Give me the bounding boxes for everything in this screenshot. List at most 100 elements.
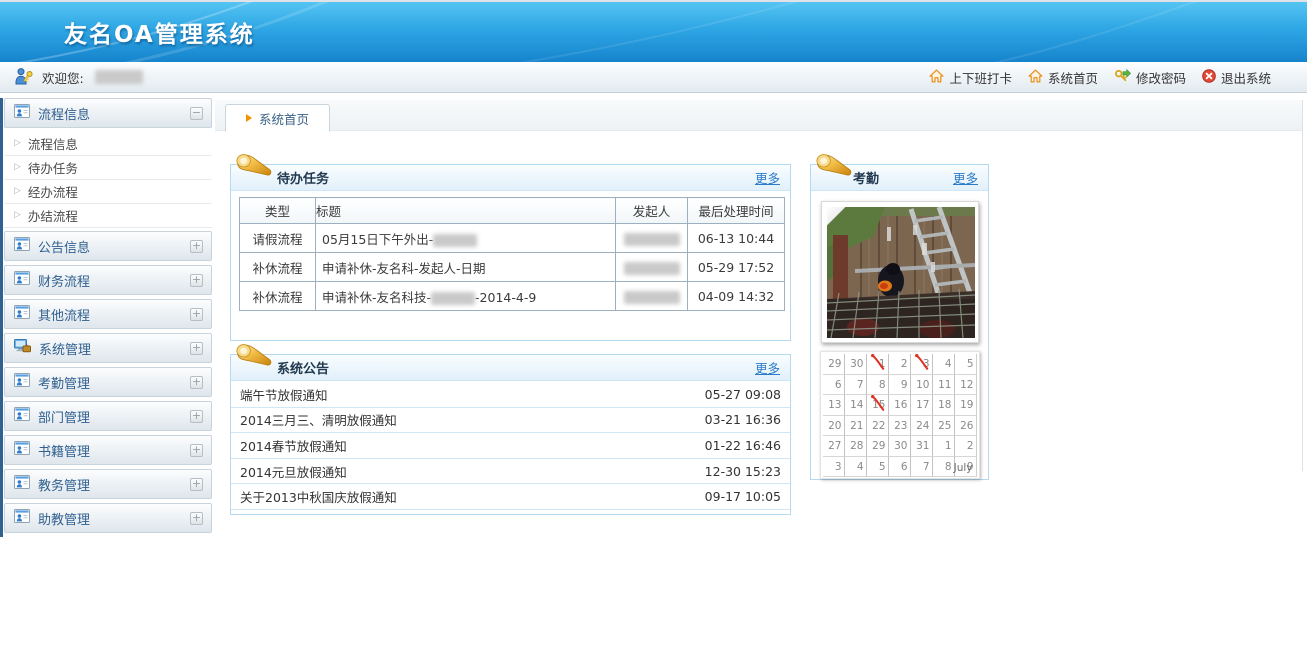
- todo-column-header: 发起人: [616, 198, 688, 224]
- attendance-photo-card: [821, 201, 979, 343]
- table-row[interactable]: 补休流程申请补休-友名科技--2014-4-904-09 14:32: [240, 282, 785, 311]
- group-expand-plus-icon[interactable]: +: [190, 410, 203, 423]
- todo-title-cell: 申请补休-友名科技--2014-4-9: [316, 282, 616, 311]
- sidebar-group-0[interactable]: 流程信息−: [4, 98, 212, 128]
- horn-icon: [234, 342, 274, 375]
- calendar-day: 31: [911, 436, 933, 457]
- sidebar-item-label: 待办任务: [28, 158, 78, 177]
- attendance-photo: [827, 207, 975, 338]
- attendance-mark-icon: [911, 352, 932, 372]
- horn-icon: [234, 152, 274, 185]
- sidebar-group-9[interactable]: 助教管理 +: [4, 503, 212, 533]
- todo-initiator-cell: [616, 253, 688, 282]
- list-item[interactable]: 端午节放假通知05-27 09:08: [231, 382, 790, 408]
- list-item[interactable]: 2014三月三、清明放假通知03-21 16:36: [231, 408, 790, 434]
- group-expand-plus-icon[interactable]: +: [190, 342, 203, 355]
- todo-title-cell: 05月15日下午外出-: [316, 224, 616, 253]
- todo-table-header-row: 类型标题发起人最后处理时间: [240, 198, 785, 224]
- sidebar-item-0-3[interactable]: ▷办结流程: [4, 204, 212, 228]
- calendar-day: 10: [911, 375, 933, 396]
- sidebar-group-3[interactable]: 其他流程 +: [4, 299, 212, 329]
- group-collapse-minus-icon[interactable]: −: [190, 107, 203, 120]
- announcement-time: 01-22 16:46: [701, 438, 781, 453]
- calendar-day: 21: [845, 416, 867, 437]
- calendar-day: 20: [823, 416, 845, 437]
- topbar-link-password[interactable]: 修改密码: [1114, 68, 1186, 87]
- announcements-more-link[interactable]: 更多: [755, 358, 780, 377]
- todo-column-header: 标题: [316, 198, 616, 224]
- redacted-text: [624, 262, 680, 275]
- todo-more-link[interactable]: 更多: [755, 168, 780, 187]
- sidebar-menu: 流程信息−▷流程信息▷待办任务▷经办流程▷办结流程公告信息+财务流程+其他流程+…: [0, 98, 212, 537]
- topbar-link-home[interactable]: 系统首页: [1028, 68, 1098, 87]
- group-expand-plus-icon[interactable]: +: [190, 274, 203, 287]
- table-row[interactable]: 补休流程申请补休-友名科-发起人-日期05-29 17:52: [240, 253, 785, 282]
- calendar-day: 2: [889, 354, 911, 375]
- calendar-day: 18: [933, 395, 955, 416]
- list-item[interactable]: 2014春节放假通知01-22 16:46: [231, 433, 790, 459]
- calendar-day: 29: [867, 436, 889, 457]
- sidebar-group-label: 财务流程: [38, 271, 182, 290]
- attendance-more-link[interactable]: 更多: [953, 168, 978, 187]
- group-expand-plus-icon[interactable]: +: [190, 512, 203, 525]
- tab-label: 系统首页: [259, 109, 309, 128]
- calendar-day: 8: [867, 375, 889, 396]
- topbar-link-label: 上下班打卡: [949, 68, 1012, 87]
- announcements-panel: 系统公告 更多 端午节放假通知05-27 09:082014三月三、清明放假通知…: [230, 354, 791, 515]
- calendar-day: 6: [823, 375, 845, 396]
- todo-time-cell: 06-13 10:44: [688, 224, 785, 253]
- list-item[interactable]: 2014元旦放假通知12-30 15:23: [231, 459, 790, 485]
- user-card-icon: [14, 407, 30, 425]
- table-row[interactable]: 请假流程05月15日下午外出-06-13 10:44: [240, 224, 785, 253]
- group-expand-plus-icon[interactable]: +: [190, 444, 203, 457]
- sidebar-group-2[interactable]: 财务流程 +: [4, 265, 212, 295]
- calendar-day: 25: [933, 416, 955, 437]
- topbar-link-logout[interactable]: 退出系统: [1202, 68, 1271, 87]
- home-icon: [929, 69, 944, 86]
- sidebar-group-6[interactable]: 部门管理+: [4, 401, 212, 431]
- announcement-time: 05-27 09:08: [701, 387, 781, 402]
- todo-table: 类型标题发起人最后处理时间 请假流程05月15日下午外出-06-13 10:44…: [239, 197, 785, 311]
- keys-icon: [1114, 68, 1131, 86]
- calendar-day: 15: [867, 395, 889, 416]
- announcements-panel-header: 系统公告 更多: [231, 355, 790, 381]
- sidebar-group-4[interactable]: 系统管理+: [4, 333, 212, 363]
- user-key-icon: [14, 67, 35, 88]
- item-arrow-icon: ▷: [14, 211, 21, 220]
- todo-time-cell: 05-29 17:52: [688, 253, 785, 282]
- calendar-day: 1: [933, 436, 955, 457]
- content-right-divider: [1302, 131, 1303, 471]
- sidebar-group-1[interactable]: 公告信息+: [4, 231, 212, 261]
- announcement-title: 2014元旦放假通知: [240, 462, 701, 481]
- calendar-day: 23: [889, 416, 911, 437]
- topbar-link-label: 系统首页: [1048, 68, 1098, 87]
- group-expand-plus-icon[interactable]: +: [190, 478, 203, 491]
- announcement-title: 2014三月三、清明放假通知: [240, 410, 701, 429]
- calendar-day: 11: [933, 375, 955, 396]
- group-expand-plus-icon[interactable]: +: [190, 308, 203, 321]
- topbar-link-clock-in[interactable]: 上下班打卡: [929, 68, 1012, 87]
- sidebar-group-label: 助教管理: [38, 509, 182, 528]
- topbar-links: 上下班打卡 系统首页修改密码退出系统: [929, 68, 1271, 87]
- todo-time-cell: 04-09 14:32: [688, 282, 785, 311]
- group-expand-plus-icon[interactable]: +: [190, 240, 203, 253]
- calendar-day: 24: [911, 416, 933, 437]
- sidebar-group-label: 其他流程: [38, 305, 182, 324]
- sidebar-group-8[interactable]: 教务管理+: [4, 469, 212, 499]
- group-expand-plus-icon[interactable]: +: [190, 376, 203, 389]
- todo-column-header: 类型: [240, 198, 316, 224]
- sidebar-group-5[interactable]: 考勤管理+: [4, 367, 212, 397]
- sidebar-item-0-0[interactable]: ▷流程信息: [4, 132, 212, 156]
- calendar-day: 16: [889, 395, 911, 416]
- tab-system-home[interactable]: 系统首页: [225, 104, 330, 132]
- user-card-icon: [14, 271, 30, 289]
- calendar-day: 9: [889, 375, 911, 396]
- logout-icon: [1202, 69, 1216, 86]
- sidebar-item-0-2[interactable]: ▷经办流程: [4, 180, 212, 204]
- list-item[interactable]: 关于2013中秋国庆放假通知09-17 10:05: [231, 484, 790, 510]
- user-card-icon: [14, 475, 30, 493]
- calendar-day: 4: [845, 457, 867, 478]
- sidebar-item-0-1[interactable]: ▷待办任务: [4, 156, 212, 180]
- sidebar-group-7[interactable]: 书籍管理+: [4, 435, 212, 465]
- calendar-day: 5: [867, 457, 889, 478]
